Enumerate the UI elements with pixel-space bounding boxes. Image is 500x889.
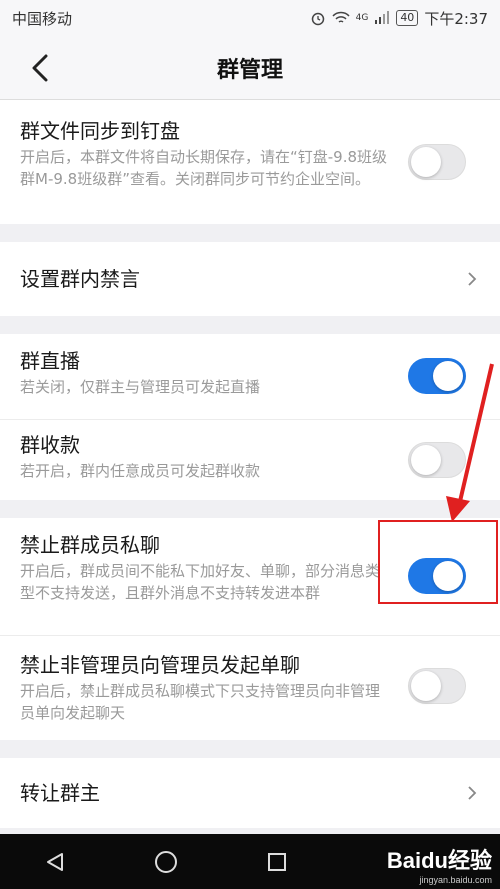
toggle-knob <box>411 671 441 701</box>
live-desc: 若关闭，仅群主与管理员可发起直播 <box>20 378 261 396</box>
transfer-card: 转让群主 <box>0 758 500 828</box>
mute-title: 设置群内禁言 <box>20 267 140 291</box>
signal-icon <box>375 11 390 24</box>
status-icons: 4G 40 下午2:37 <box>310 8 488 29</box>
recents-square-icon[interactable] <box>266 851 288 873</box>
admin-chat-row: 禁止非管理员向管理员发起单聊 开启后，禁止群成员私聊模式下只支持管理员向非管理员… <box>0 636 500 740</box>
clock: 下午2:37 <box>424 9 488 28</box>
sync-file-title: 群文件同步到钉盘 <box>20 119 180 143</box>
mute-row[interactable]: 设置群内禁言 <box>0 242 500 316</box>
wifi-icon <box>332 11 350 23</box>
sync-file-row: 群文件同步到钉盘 开启后，本群文件将自动长期保存，请在“钉盘-9.8班级群M-9… <box>0 100 500 224</box>
divider <box>0 316 500 334</box>
admin-chat-toggle[interactable] <box>408 668 466 704</box>
mute-card: 设置群内禁言 <box>0 242 500 316</box>
annotation-box <box>378 520 498 604</box>
page-title: 群管理 <box>216 57 283 83</box>
watermark-url: jingyan.baidu.com <box>419 875 492 885</box>
network-label: 4G <box>355 13 369 23</box>
collect-row: 群收款 若开启，群内任意成员可发起群收款 <box>0 420 500 500</box>
home-circle-icon[interactable] <box>154 850 178 874</box>
sync-card: 群文件同步到钉盘 开启后，本群文件将自动长期保存，请在“钉盘-9.8班级群M-9… <box>0 100 500 224</box>
battery-icon: 40 <box>396 10 419 26</box>
sync-file-toggle[interactable] <box>408 144 466 180</box>
toggle-knob <box>411 147 441 177</box>
settings-list: 群文件同步到钉盘 开启后，本群文件将自动长期保存，请在“钉盘-9.8班级群M-9… <box>0 100 500 834</box>
annotation-arrow-icon <box>446 363 494 522</box>
carrier-label: 中国移动 <box>12 9 73 28</box>
back-triangle-icon[interactable] <box>44 851 66 873</box>
feature-card: 群直播 若关闭，仅群主与管理员可发起直播 群收款 若开启，群内任意成员可发起群收… <box>0 334 500 500</box>
back-button[interactable] <box>22 50 58 86</box>
private-chat-desc: 开启后，群成员间不能私下加好友、单聊，部分消息类型不支持发送，且群外消息不支持转… <box>20 562 381 602</box>
divider <box>0 500 500 518</box>
live-row: 群直播 若关闭，仅群主与管理员可发起直播 <box>0 334 500 420</box>
sync-file-desc: 开启后，本群文件将自动长期保存，请在“钉盘-9.8班级群M-9.8班级群”查看。… <box>20 148 388 188</box>
chevron-left-icon <box>32 54 48 82</box>
status-bar: 中国移动 4G 40 下午2:37 <box>0 0 500 36</box>
divider <box>0 224 500 242</box>
chevron-right-icon <box>468 272 477 286</box>
alarm-icon <box>311 12 324 26</box>
header: 群管理 <box>0 36 500 100</box>
transfer-row[interactable]: 转让群主 <box>0 758 500 828</box>
watermark: Baidu经验 jingyan.baidu.com <box>387 843 492 885</box>
transfer-title: 转让群主 <box>20 781 100 805</box>
chevron-right-icon <box>468 786 477 800</box>
collect-desc: 若开启，群内任意成员可发起群收款 <box>20 462 261 480</box>
watermark-logo: Baidu经验 <box>386 848 492 873</box>
divider <box>0 740 500 758</box>
admin-chat-desc: 开启后，禁止群成员私聊模式下只支持管理员向非管理员单向发起聊天 <box>20 682 381 722</box>
